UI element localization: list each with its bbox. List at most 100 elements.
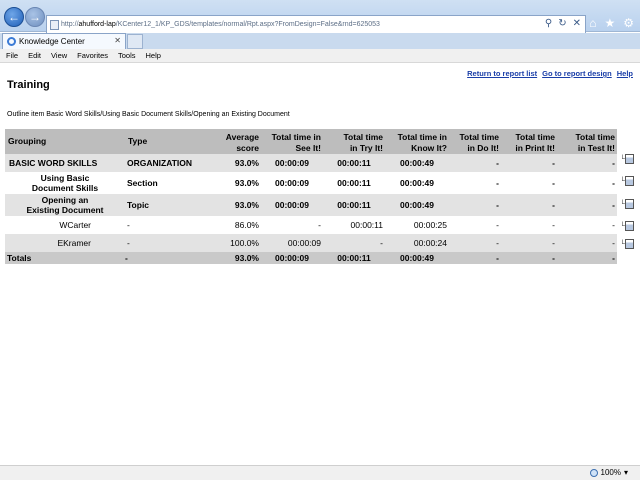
gear-icon[interactable]: ⚙: [623, 16, 634, 30]
totals-label: Totals: [5, 252, 125, 264]
cell-do: -: [449, 154, 501, 172]
header-row: Grouping Type Average score Total time in…: [5, 129, 617, 154]
header-type[interactable]: Type: [125, 129, 213, 154]
cell-grouping[interactable]: Using Basic Document Skills: [5, 172, 125, 194]
cell-see: 00:00:09: [261, 252, 323, 264]
cell-test: -: [612, 220, 615, 230]
cell-print: -: [501, 154, 557, 172]
row-report-icon[interactable]: └: [620, 239, 635, 250]
table-row[interactable]: EKramer - 100.0% 00:00:09 - 00:00:24 - -…: [5, 234, 617, 252]
menu-favorites[interactable]: Favorites: [77, 51, 108, 60]
cell-do: -: [496, 220, 499, 230]
cell-print: -: [501, 194, 557, 216]
tab-bar: Knowledge Center ✕: [0, 33, 640, 49]
cell-try: 00:00:11: [323, 194, 385, 216]
globe-icon: [589, 468, 598, 477]
cell-do: -: [449, 194, 501, 216]
favorites-icon[interactable]: ★: [604, 16, 615, 30]
cell-type: ORGANIZATION: [125, 154, 213, 172]
page-icon: [50, 20, 59, 30]
address-bar[interactable]: http://ahufford-lap/KCenter12_1/KP_GDS/t…: [46, 15, 586, 34]
cell-see: 00:00:09: [274, 178, 310, 188]
cell-test: -: [557, 154, 617, 172]
table-row[interactable]: Opening an Existing Document Topic 93.0% …: [5, 194, 617, 216]
cell-test: -: [557, 194, 617, 216]
cell-see: -: [318, 220, 321, 230]
back-button[interactable]: ←: [4, 7, 24, 27]
address-url: http://ahufford-lap/KCenter12_1/KP_GDS/t…: [61, 21, 380, 28]
cell-type: -: [127, 220, 130, 230]
cell-do: -: [449, 252, 501, 264]
header-see-it[interactable]: Total time in See It!: [261, 129, 323, 154]
row-report-icon[interactable]: └: [620, 221, 635, 232]
cell-type: -: [125, 234, 213, 252]
page-title: Training: [7, 79, 50, 91]
table-row[interactable]: BASIC WORD SKILLS ORGANIZATION 93.0% 00:…: [5, 154, 617, 172]
tab-close-icon[interactable]: ✕: [114, 36, 121, 45]
refresh-icon[interactable]: ↻: [558, 18, 566, 29]
return-to-report-list-link[interactable]: Return to report list: [467, 69, 537, 78]
cell-know: 00:00:49: [385, 252, 449, 264]
header-test-it[interactable]: Total time in Test It!: [557, 129, 617, 154]
zoom-control[interactable]: 100% ▾: [589, 468, 628, 477]
table-row[interactable]: WCarter - 86.0% - 00:00:11 00:00:25 - - …: [5, 216, 617, 234]
help-link[interactable]: Help: [617, 69, 633, 78]
header-average-score[interactable]: Average score: [213, 129, 261, 154]
cell-average: 93.0%: [213, 154, 261, 172]
tab-title: Knowledge Center: [19, 37, 85, 46]
header-know-it[interactable]: Total time in Know It?: [385, 129, 449, 154]
header-do-it[interactable]: Total time in Do It!: [449, 129, 501, 154]
menu-view[interactable]: View: [51, 51, 67, 60]
cell-try: 00:00:11: [323, 252, 385, 264]
cell-try: 00:00:11: [337, 178, 371, 188]
cell-grouping: EKramer: [5, 234, 125, 252]
cell-try: 00:00:11: [323, 154, 385, 172]
cell-try: 00:00:11: [350, 220, 383, 230]
row-report-icon[interactable]: └: [620, 176, 635, 187]
cell-print: -: [501, 234, 557, 252]
close-icon[interactable]: ✕: [573, 18, 581, 29]
search-icon[interactable]: ⚲: [545, 18, 552, 29]
cell-grouping: WCarter: [59, 220, 91, 230]
cell-know: 00:00:24: [385, 234, 449, 252]
menu-edit[interactable]: Edit: [28, 51, 41, 60]
totals-row: Totals - 93.0% 00:00:09 00:00:11 00:00:4…: [5, 252, 617, 264]
outline-path: Outline item Basic Word Skills/Using Bas…: [7, 111, 290, 118]
cell-know: 00:00:49: [399, 178, 435, 188]
report-table: Grouping Type Average score Total time in…: [5, 129, 617, 264]
cell-try: -: [323, 234, 385, 252]
cell-type: -: [125, 252, 213, 264]
menu-bar: File Edit View Favorites Tools Help: [0, 49, 640, 63]
header-try-it[interactable]: Total time in Try It!: [323, 129, 385, 154]
table-row[interactable]: Using Basic Document Skills Section 93.0%…: [5, 172, 617, 194]
header-grouping[interactable]: Grouping: [5, 129, 125, 154]
ie-icon: [7, 37, 16, 46]
home-icon[interactable]: ⌂: [589, 16, 596, 30]
menu-file[interactable]: File: [6, 51, 18, 60]
cell-print: -: [552, 178, 555, 188]
chevron-down-icon[interactable]: ▾: [624, 468, 628, 477]
menu-tools[interactable]: Tools: [118, 51, 136, 60]
cell-type: Section: [127, 178, 158, 188]
row-report-icon[interactable]: └: [620, 199, 635, 210]
cell-average: 86.0%: [234, 220, 259, 230]
row-report-icon[interactable]: └: [620, 154, 635, 165]
menu-help[interactable]: Help: [146, 51, 161, 60]
forward-button[interactable]: →: [25, 7, 45, 27]
cell-see: 00:00:09: [261, 154, 323, 172]
cell-know: 00:00:25: [413, 220, 447, 230]
cell-average: 100.0%: [213, 234, 261, 252]
go-to-report-design-link[interactable]: Go to report design: [542, 69, 612, 78]
cell-test: -: [612, 178, 615, 188]
header-print-it[interactable]: Total time in Print It!: [501, 129, 557, 154]
cell-average: 93.0%: [234, 178, 259, 188]
cell-grouping[interactable]: BASIC WORD SKILLS: [5, 154, 125, 172]
cell-know: 00:00:49: [385, 194, 449, 216]
cell-grouping[interactable]: Opening an Existing Document: [5, 194, 125, 216]
cell-do: -: [496, 178, 499, 188]
zoom-level: 100%: [600, 468, 621, 477]
tab-knowledge-center[interactable]: Knowledge Center ✕: [2, 33, 126, 49]
new-tab-button[interactable]: [127, 34, 143, 49]
cell-see: 00:00:09: [261, 234, 323, 252]
cell-know: 00:00:49: [385, 154, 449, 172]
